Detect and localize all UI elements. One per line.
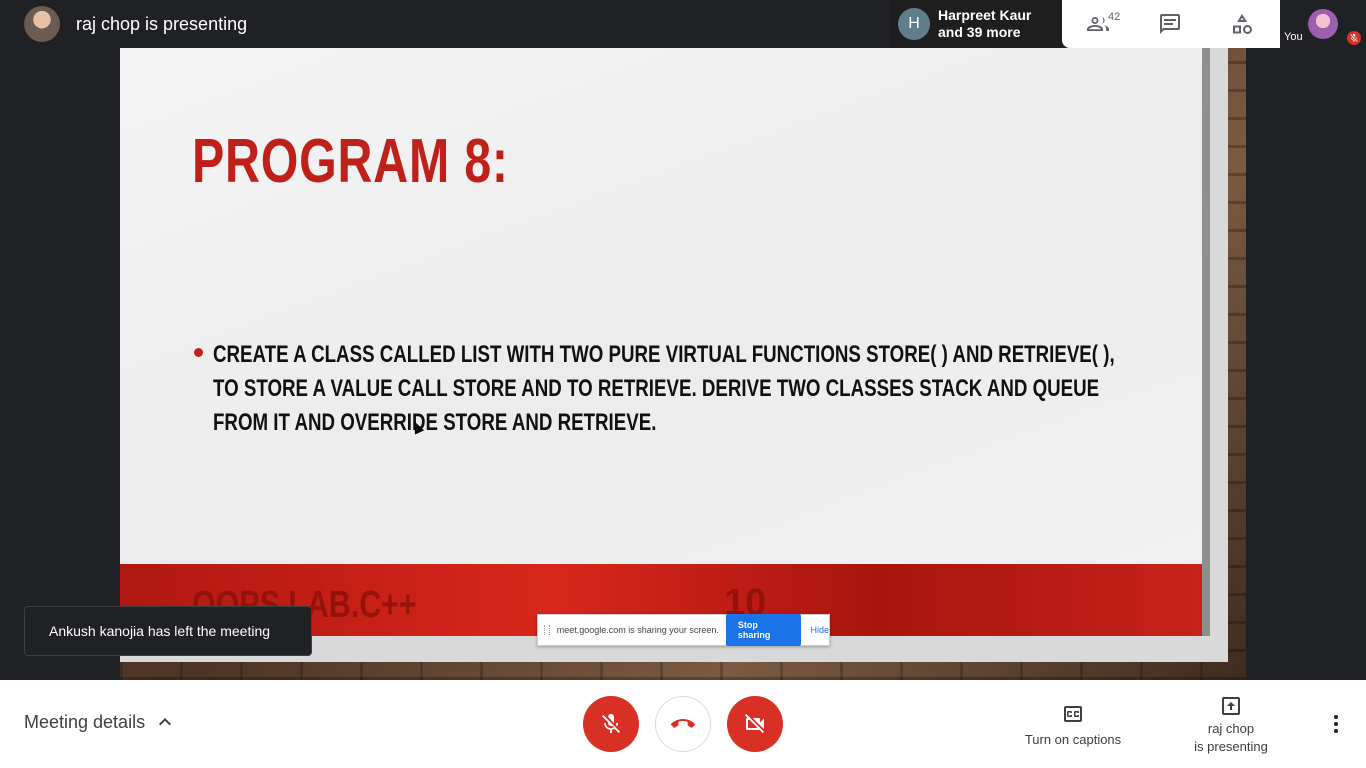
meeting-details-button[interactable]: Meeting details	[24, 710, 177, 734]
participant-avatar: H	[898, 8, 930, 40]
avatar	[24, 6, 60, 42]
notification-toast: Ankush kanojia has left the meeting	[24, 606, 312, 656]
present-icon	[1222, 697, 1240, 715]
people-button[interactable]: 42	[1062, 0, 1134, 48]
presenting-title: raj chop is presenting	[76, 13, 248, 34]
participants-chip[interactable]: H Harpreet Kaur and 39 more	[890, 0, 1062, 48]
captions-label: Turn on captions	[1024, 732, 1122, 747]
people-count: 42	[1108, 11, 1121, 23]
bullet-marker	[194, 348, 203, 357]
activities-button[interactable]	[1206, 0, 1278, 48]
presenting-label: is presenting	[1194, 739, 1268, 754]
drag-handle-icon[interactable]	[544, 625, 550, 635]
presentation-slide: PROGRAM 8: CREATE A CLASS CALLED LIST WI…	[120, 48, 1210, 636]
camera-off-icon	[745, 714, 764, 733]
chat-button[interactable]	[1134, 0, 1206, 48]
people-icon	[1087, 17, 1109, 31]
participant-name: Harpreet Kaur	[938, 7, 1032, 23]
presenter-name: raj chop	[1207, 721, 1255, 736]
mic-off-icon	[602, 713, 620, 733]
self-preview-tile[interactable]: You	[1280, 0, 1366, 48]
camera-toggle-button[interactable]	[727, 696, 783, 752]
slide-bullet-text: CREATE A CLASS CALLED LIST WITH TWO PURE…	[213, 341, 1115, 436]
more-vert-icon[interactable]	[1324, 712, 1348, 736]
muted-indicator	[1347, 31, 1361, 45]
activities-icon	[1233, 14, 1252, 34]
participant-more: and 39 more	[938, 24, 1021, 40]
mic-off-icon	[1350, 33, 1358, 42]
captions-icon	[1064, 706, 1082, 722]
hang-up-icon	[671, 719, 695, 728]
shared-screen-stage: PROGRAM 8: CREATE A CLASS CALLED LIST WI…	[0, 0, 1366, 680]
slide-title: PROGRAM 8:	[192, 127, 509, 196]
participants-summary: Harpreet Kaur and 39 more	[938, 7, 1031, 41]
self-label: You	[1284, 31, 1303, 43]
leave-call-button[interactable]	[655, 696, 711, 752]
meeting-toolbar: 42	[1062, 0, 1280, 48]
screen-share-notification: meet.google.com is sharing your screen. …	[537, 614, 830, 646]
meeting-details-label: Meeting details	[24, 711, 146, 732]
presenting-status-button[interactable]: raj chop is presenting	[1180, 694, 1282, 756]
presenter-header: raj chop is presenting	[0, 0, 247, 48]
hide-button[interactable]: Hide	[810, 625, 829, 635]
stop-sharing-button[interactable]: Stop sharing	[725, 614, 802, 646]
avatar	[1308, 9, 1338, 39]
chat-icon	[1160, 14, 1180, 34]
bottom-control-bar: Meeting details Turn on captions raj cho…	[0, 680, 1366, 768]
captions-button[interactable]: Turn on captions	[1014, 702, 1132, 747]
chevron-up-icon	[159, 718, 172, 726]
share-message: meet.google.com is sharing your screen.	[556, 625, 719, 635]
microphone-toggle-button[interactable]	[583, 696, 639, 752]
